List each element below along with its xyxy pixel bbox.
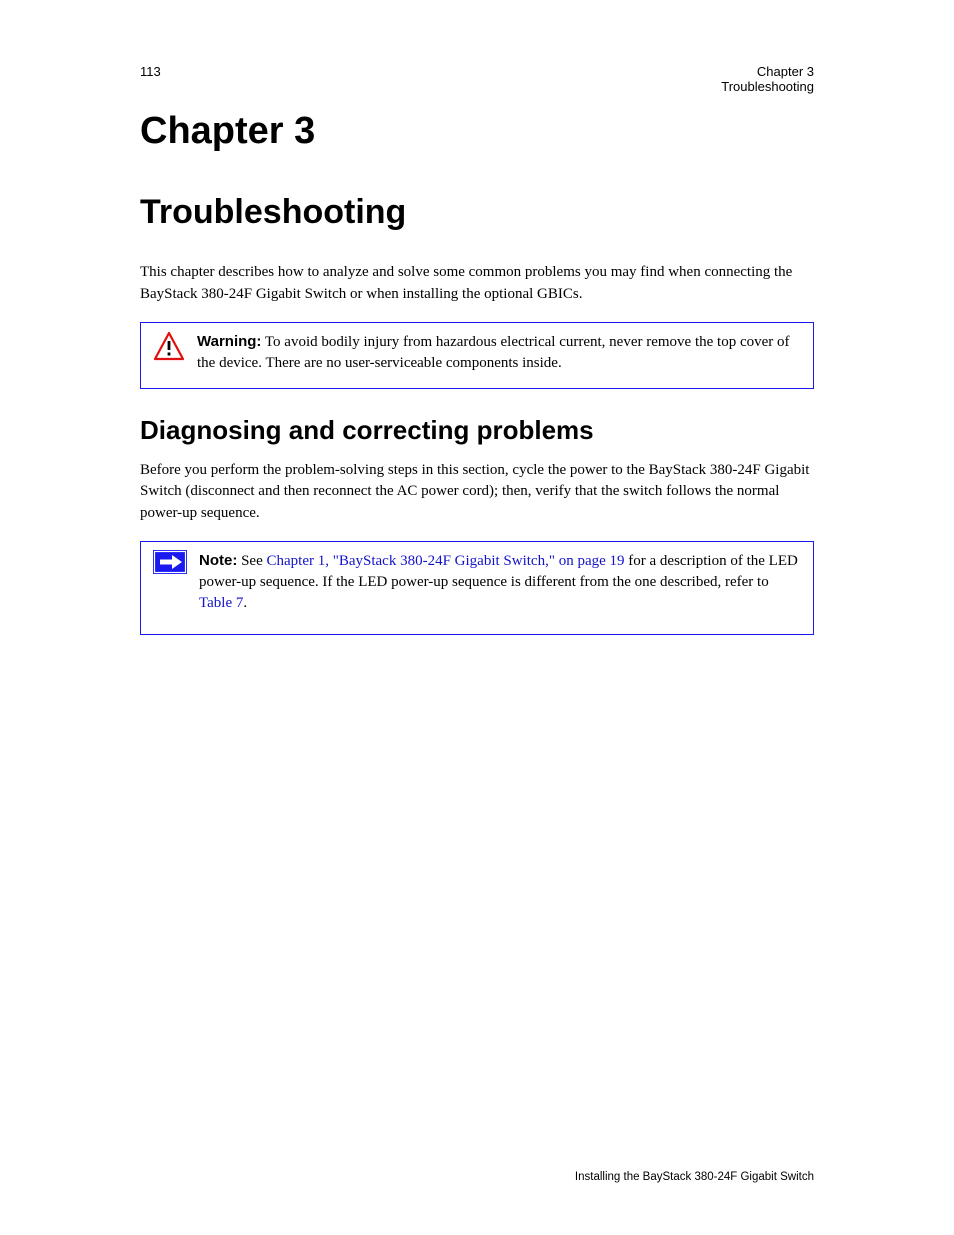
note-text-block: Note: See Chapter 1, "BayStack 380-24F G… [199, 550, 801, 614]
chapter-number: Chapter 3 [140, 110, 814, 153]
note-link[interactable]: Chapter 1, "BayStack 380-24F Gigabit Swi… [267, 553, 625, 569]
page-number: 113 [140, 64, 161, 94]
warning-callout: Warning: To avoid bodily injury from haz… [140, 322, 814, 389]
footer-right: Installing the BayStack 380-24F Gigabit … [575, 1171, 814, 1183]
page: 113 Chapter 3 Troubleshooting Chapter 3 … [0, 0, 954, 1235]
header-chapter-line1: Chapter 3 [721, 64, 814, 79]
warning-icon [153, 331, 185, 361]
section-body-1: Before you perform the problem-solving s… [140, 460, 814, 525]
warning-label: Warning: [197, 333, 261, 350]
header-chapter-line2: Troubleshooting [721, 79, 814, 94]
note-text-part1: See [241, 553, 266, 569]
intro-paragraph: This chapter describes how to analyze an… [140, 262, 814, 306]
note-text-part3: . [243, 595, 247, 611]
page-header: 113 Chapter 3 Troubleshooting [140, 64, 814, 94]
header-chapter: Chapter 3 Troubleshooting [721, 64, 814, 94]
chapter-title: Troubleshooting [140, 193, 814, 232]
section-title: Diagnosing and correcting problems [140, 415, 814, 446]
arrow-right-icon [153, 550, 187, 574]
warning-text-block: Warning: To avoid bodily injury from haz… [197, 331, 801, 374]
warning-text: To avoid bodily injury from hazardous el… [197, 334, 790, 371]
note-callout: Note: See Chapter 1, "BayStack 380-24F G… [140, 541, 814, 635]
note-label: Note: [199, 552, 237, 569]
note-crossref[interactable]: Table 7 [199, 595, 243, 611]
page-footer: Installing the BayStack 380-24F Gigabit … [140, 1171, 814, 1183]
